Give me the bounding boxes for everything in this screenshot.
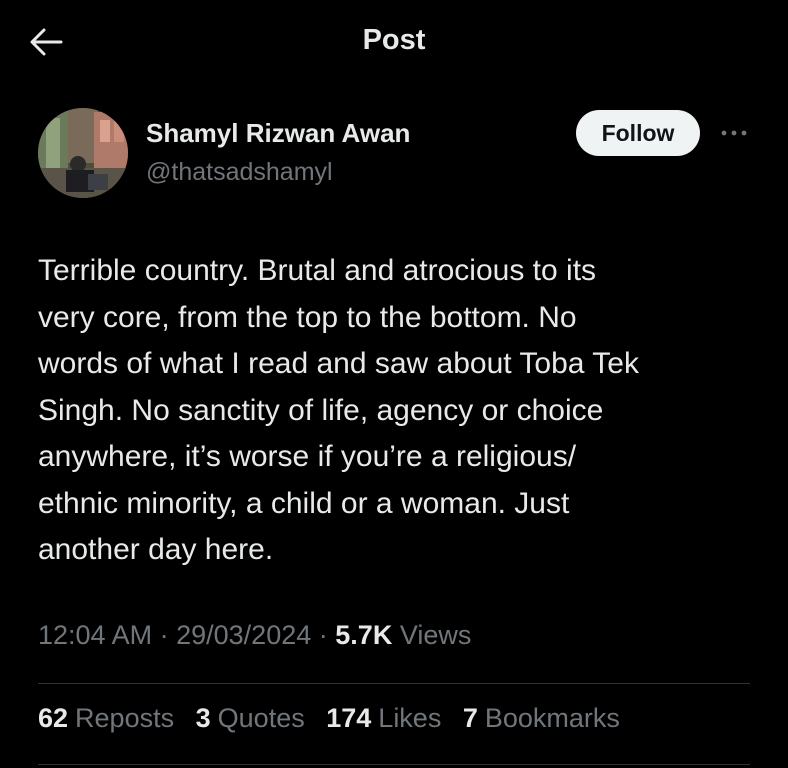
quotes-label: Quotes xyxy=(217,703,305,733)
reposts-count: 62 xyxy=(38,703,69,733)
divider xyxy=(38,764,750,765)
quotes-stat[interactable]: 3 Quotes xyxy=(196,703,305,734)
post-time[interactable]: 12:04 AM xyxy=(38,620,152,650)
likes-label: Likes xyxy=(378,703,442,733)
views-label: Views xyxy=(399,620,472,650)
post-text-line: Terrible country. Brutal and atrocious t… xyxy=(38,254,597,287)
follow-button[interactable]: Follow xyxy=(576,110,700,156)
post-text-line: Singh. No sanctity of life, agency or ch… xyxy=(38,393,604,427)
avatar[interactable] xyxy=(38,108,128,198)
more-options-button[interactable] xyxy=(716,118,752,148)
likes-count: 174 xyxy=(326,703,372,733)
meta-separator: · xyxy=(159,620,169,650)
quotes-count: 3 xyxy=(195,703,211,733)
post-text-line: ethnic minority, a child or a woman. Jus… xyxy=(38,486,570,520)
bookmarks-stat[interactable]: 7 Bookmarks xyxy=(463,703,620,734)
author-display-name[interactable]: Shamyl Rizwan Awan xyxy=(146,118,410,149)
post-text-line: words of what I read and saw about Toba … xyxy=(38,347,639,380)
post-text: Terrible country. Brutal and atrocious t… xyxy=(38,248,750,574)
reposts-stat[interactable]: 62 Reposts xyxy=(38,703,174,734)
post-author: Shamyl Rizwan Awan @thatsadshamyl Follow xyxy=(0,100,788,210)
more-horizontal-icon xyxy=(721,130,747,136)
post-text-line: anywhere, it’s worse if you’re a religio… xyxy=(38,440,577,473)
post-date[interactable]: 29/03/2024 xyxy=(176,620,311,650)
post-metadata: 12:04 AM · 29/03/2024 · 5.7K Views xyxy=(38,620,471,651)
bookmarks-count: 7 xyxy=(462,703,478,733)
avatar-photo xyxy=(38,108,128,198)
engagement-stats: 62 Reposts 3 Quotes 174 Likes 7 Bookmarks xyxy=(38,703,634,734)
meta-separator: · xyxy=(318,620,328,650)
likes-stat[interactable]: 174 Likes xyxy=(326,703,441,734)
views-count: 5.7K xyxy=(335,620,393,650)
top-bar: Post xyxy=(0,0,788,84)
post-text-line: very core, from the top to the bottom. N… xyxy=(38,300,577,334)
page-title: Post xyxy=(362,24,426,56)
author-handle[interactable]: @thatsadshamyl xyxy=(146,158,333,187)
reposts-label: Reposts xyxy=(75,703,175,733)
bookmarks-label: Bookmarks xyxy=(484,703,620,733)
post-text-line: another day here. xyxy=(38,533,274,566)
divider xyxy=(38,683,750,684)
